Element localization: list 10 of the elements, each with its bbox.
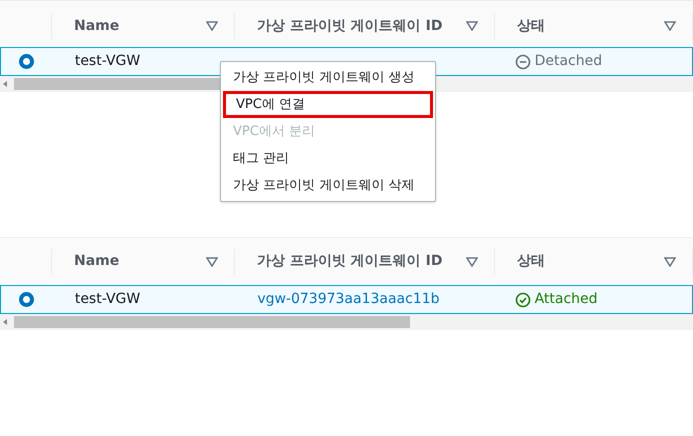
column-header: 상태 — [517, 252, 545, 271]
column-header: 상태 — [517, 16, 545, 36]
status-text: Attached — [534, 290, 598, 309]
column-header: 가상 프라이빗 게이트웨이 ID — [257, 252, 442, 271]
table-cell: test-VGW — [74, 291, 140, 307]
status-text: Detached — [534, 52, 602, 71]
table-cell: test-VGW — [74, 53, 140, 69]
column-header: 가상 프라이빗 게이트웨이 ID — [257, 16, 442, 36]
column-header: Name — [74, 252, 120, 271]
column-header: Name — [74, 16, 120, 36]
